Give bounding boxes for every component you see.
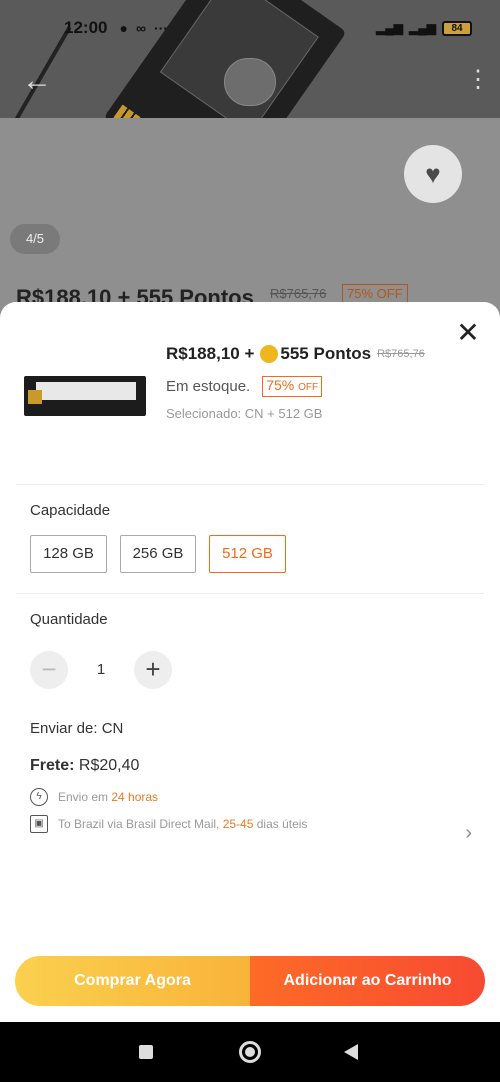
- recents-icon[interactable]: [139, 1045, 153, 1059]
- signal-2-icon: ▂▄▆: [409, 21, 436, 35]
- image-pager: 4/5: [10, 224, 60, 254]
- capacity-option-256gb[interactable]: 256 GB: [120, 535, 196, 573]
- add-to-cart-button[interactable]: Adicionar ao Carrinho: [250, 956, 485, 1006]
- quantity-minus-button[interactable]: −: [30, 651, 68, 689]
- buy-now-button[interactable]: Comprar Agora: [15, 956, 250, 1006]
- capacity-option-512gb[interactable]: 512 GB: [209, 535, 286, 573]
- points: 555 Pontos: [280, 344, 372, 363]
- divider: [16, 484, 484, 485]
- status-time: 12:00: [64, 18, 108, 37]
- capacity-label: Capacidade: [30, 502, 111, 519]
- favorite-heart-icon[interactable]: ♥: [404, 145, 462, 203]
- close-icon[interactable]: ✕: [454, 319, 482, 348]
- link-icon: ∞: [135, 20, 146, 36]
- status-right: ▂▄▆ ▂▄▆ 84: [376, 20, 472, 36]
- chevron-right-icon[interactable]: ›: [465, 822, 472, 845]
- more-notifications-icon: ···: [153, 20, 168, 36]
- delivery-info[interactable]: ▣ To Brazil via Brasil Direct Mail, 25-4…: [30, 815, 307, 833]
- system-back-icon[interactable]: [344, 1044, 358, 1060]
- stock-line: Em estoque. 75% OFF: [166, 376, 323, 397]
- package-icon: ▣: [30, 815, 48, 833]
- shipping-cost: Frete: R$20,40: [30, 757, 140, 774]
- ship-from: Enviar de: CN: [30, 720, 124, 737]
- price: R$188,10 +: [166, 344, 255, 363]
- dispatch-info: ϟ Envio em 24 horas: [30, 788, 158, 806]
- back-arrow-icon[interactable]: ←: [22, 66, 54, 98]
- price-line: R$188,10 + 555 Pontos R$765,76: [166, 344, 425, 364]
- status-bar: 12:00 ● ∞ ··· ▂▄▆ ▂▄▆ 84: [0, 0, 500, 56]
- product-page-background: 12:00 ● ∞ ··· ▂▄▆ ▂▄▆ 84 ← ⋮ ♥ 4/5 R$188…: [0, 0, 500, 320]
- notification-icon: ●: [119, 20, 128, 36]
- selected-variant: Selecionado: CN + 512 GB: [166, 406, 323, 421]
- sku-selector-sheet: ✕ R$188,10 + 555 Pontos R$765,76 Em esto…: [0, 302, 500, 1022]
- background-off-badge: 75% OFF: [342, 284, 408, 303]
- background-old-price: R$765,76: [270, 286, 327, 301]
- capacity-option-128gb[interactable]: 128 GB: [30, 535, 107, 573]
- quantity-plus-button[interactable]: +: [134, 651, 172, 689]
- quantity-value: 1: [96, 661, 106, 678]
- nav-thumbnail[interactable]: [224, 58, 276, 106]
- old-price: R$765,76: [377, 348, 425, 360]
- more-vert-icon[interactable]: ⋮: [466, 68, 490, 96]
- lightning-icon: ϟ: [30, 788, 48, 806]
- system-nav-bar: [0, 1022, 500, 1082]
- divider: [16, 593, 484, 594]
- product-thumbnail: [24, 376, 146, 416]
- action-buttons: Comprar Agora Adicionar ao Carrinho: [15, 956, 485, 1006]
- top-nav: ← ⋮: [0, 58, 500, 106]
- status-icons: ● ∞ ···: [119, 20, 167, 36]
- coin-icon: [260, 345, 279, 363]
- stock-status: Em estoque.: [166, 378, 251, 395]
- quantity-label: Quantidade: [30, 611, 108, 628]
- battery-icon: 84: [442, 20, 472, 36]
- signal-icon: ▂▄▆: [376, 21, 404, 35]
- discount-badge: 75% OFF: [262, 376, 323, 397]
- home-icon[interactable]: [239, 1041, 261, 1063]
